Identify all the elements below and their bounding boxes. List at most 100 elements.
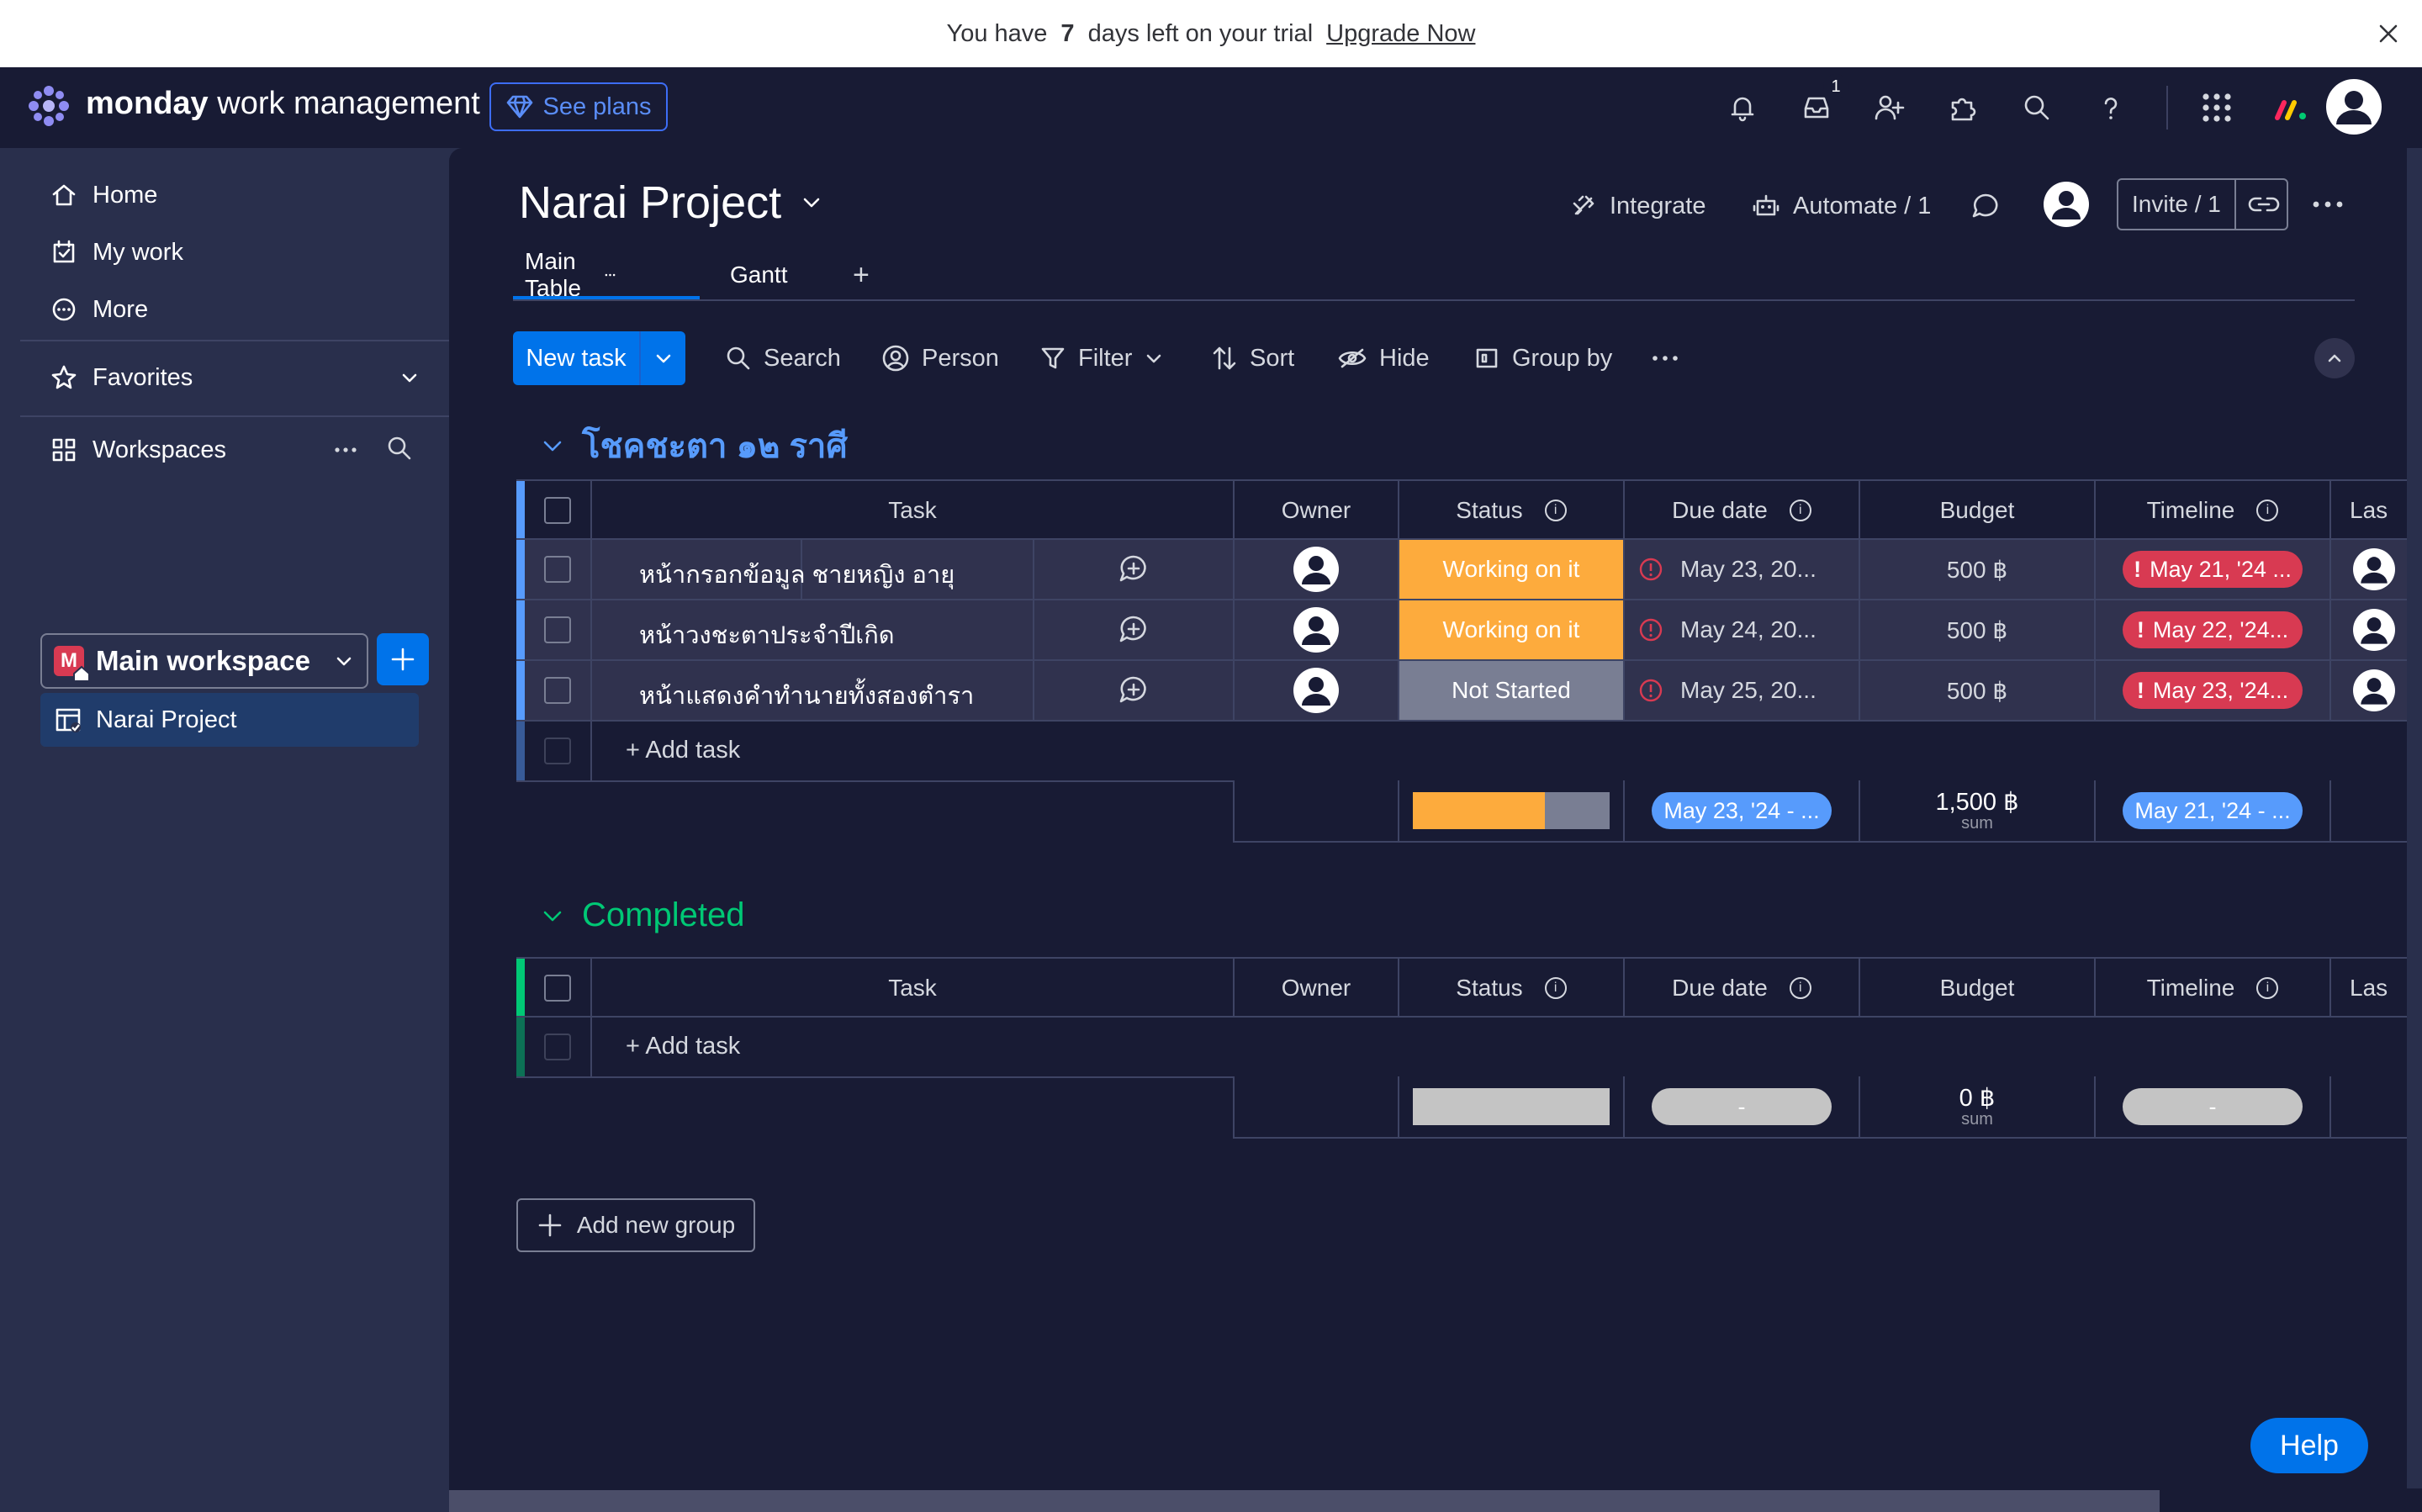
due-date-cell[interactable]: May 24, 20... [1625,600,1860,659]
horizontal-scrollbar-thumb[interactable] [449,1490,2160,1512]
table-row[interactable]: หน้าวงชะตาประจำปีเกิด Working on it May … [516,600,2422,661]
status-distribution-bar[interactable] [1413,792,1610,829]
person-avatar[interactable] [1293,607,1339,653]
column-header-owner[interactable]: Owner [1235,959,1399,1018]
add-item-button[interactable] [377,633,429,685]
item-updates-cell[interactable] [1033,540,1235,599]
status-distribution-segment[interactable] [1544,792,1610,829]
column-header-timeline[interactable]: Timeline i [2096,959,2331,1018]
app-grid-icon[interactable] [2192,82,2242,133]
column-header-due-date[interactable]: Due date i [1625,959,1860,1018]
status-distribution-segment[interactable] [1413,792,1545,829]
info-icon[interactable]: i [1544,500,1567,521]
row-checkbox[interactable] [544,616,571,643]
search-icon[interactable] [2012,82,2062,133]
add-task-input[interactable]: + Add task [626,1033,740,1060]
add-update-icon[interactable] [1117,613,1150,647]
sidebar-item-more[interactable]: More [50,284,148,335]
timeline-cell[interactable]: ! May 23, '24... [2096,661,2331,720]
owner-cell[interactable] [1235,661,1399,720]
table-row[interactable]: หน้ากรอกข้อมูล ชายหญิง อายุ Working on i… [516,540,2422,600]
collapse-header-button[interactable] [2314,338,2355,378]
upgrade-now-link[interactable]: Upgrade Now [1326,20,1475,48]
help-icon[interactable] [2086,82,2136,133]
sidebar-item-home[interactable]: Home [50,170,157,220]
status-cell[interactable]: Working on it [1399,540,1625,599]
column-header-owner[interactable]: Owner [1235,481,1399,540]
copy-link-icon[interactable] [2248,192,2280,217]
workspace-search-icon[interactable] [385,434,414,463]
owner-cell[interactable] [1235,540,1399,599]
close-banner-icon[interactable] [2372,17,2405,50]
new-task-button[interactable]: New task [513,331,685,385]
apps-icon[interactable] [1938,82,1988,133]
monday-logo-icon[interactable] [25,82,72,130]
person-avatar[interactable] [1293,547,1339,592]
due-date-cell[interactable]: May 25, 20... [1625,661,1860,720]
item-updates-cell[interactable] [1033,600,1235,659]
row-checkbox[interactable] [544,556,571,583]
column-header-budget[interactable]: Budget [1860,959,2096,1018]
column-header-timeline[interactable]: Timeline i [2096,481,2331,540]
status-summary[interactable] [1399,780,1625,841]
invite-members-icon[interactable] [1864,82,1914,133]
person-filter-button[interactable]: Person [881,336,999,380]
invite-button[interactable]: Invite / 1 [2117,178,2288,230]
timeline-pill[interactable]: ! May 21, '24 ... [2123,551,2303,588]
hide-button[interactable]: Hide [1337,336,1430,380]
column-header-due-date[interactable]: Due date i [1625,481,1860,540]
group-header[interactable]: โชคชะตา ๑๒ ราศี [538,419,848,473]
select-all-checkbox[interactable] [544,975,571,1002]
add-new-group-button[interactable]: Add new group [516,1198,755,1252]
column-header-task[interactable]: Task [592,481,1235,540]
bell-icon[interactable] [1717,82,1768,133]
column-header-status[interactable]: Status i [1399,959,1625,1018]
timeline-pill[interactable]: ! May 22, '24... [2123,611,2303,648]
chevron-down-icon[interactable] [538,431,567,460]
info-icon[interactable]: i [1789,500,1811,521]
info-icon[interactable]: i [1544,977,1567,999]
add-view-button[interactable]: + [853,249,870,301]
row-select-cell[interactable] [525,540,592,599]
column-header-status[interactable]: Status i [1399,481,1625,540]
budget-cell[interactable]: 500 ฿ [1860,600,2096,659]
item-name[interactable]: หน้าวงชะตาประจำปีเกิด [639,616,895,654]
budget-cell[interactable]: 500 ฿ [1860,661,2096,720]
sort-button[interactable]: Sort [1211,336,1294,380]
item-name[interactable]: หน้ากรอกข้อมูล ชายหญิง อายุ [639,555,955,594]
timeline-cell[interactable]: ! May 21, '24 ... [2096,540,2331,599]
info-icon[interactable]: i [2256,500,2279,521]
person-avatar[interactable] [1293,668,1339,713]
add-task-row[interactable]: + Add task [516,722,2422,782]
item-name[interactable]: หน้าแสดงคำทำนายทั้งสองตำรา [639,676,974,715]
row-select-cell[interactable] [525,661,592,720]
group-by-button[interactable]: Group by [1473,336,1612,380]
timeline-pill[interactable]: ! May 23, '24... [2123,672,2303,709]
filter-button[interactable]: Filter [1039,336,1164,380]
select-all-checkbox[interactable] [544,497,571,524]
info-icon[interactable]: i [2256,977,2279,999]
search-button[interactable]: Search [725,336,841,380]
new-task-label[interactable]: New task [513,331,641,385]
add-update-icon[interactable] [1117,552,1150,586]
new-task-dropdown[interactable] [641,331,685,385]
column-header-task[interactable]: Task [592,959,1235,1018]
group-title[interactable]: Completed [582,896,744,934]
status-cell[interactable]: Working on it [1399,600,1625,659]
integrate-button[interactable]: Integrate [1569,185,1705,227]
due-date-cell[interactable]: May 23, 20... [1625,540,1860,599]
workspace-selector[interactable]: M Main workspace [40,633,368,689]
automate-button[interactable]: Automate / 1 [1751,185,1931,227]
info-icon[interactable]: i [1789,977,1811,999]
board-menu-icon[interactable] [2309,188,2346,220]
add-task-input[interactable]: + Add task [626,737,740,764]
row-select-cell[interactable] [525,600,592,659]
sidebar-board-narai-project[interactable]: Narai Project [40,693,419,747]
add-update-icon[interactable] [1117,674,1150,707]
select-all-cell[interactable] [525,959,592,1018]
group-header[interactable]: Completed [538,896,744,934]
table-row[interactable]: หน้าแสดงคำทำนายทั้งสองตำรา Not Started M… [516,661,2422,722]
toolbar-more-icon[interactable] [1650,336,1680,380]
add-task-row[interactable]: + Add task [516,1018,2422,1078]
group-title[interactable]: โชคชะตา ๑๒ ราศี [582,419,848,473]
